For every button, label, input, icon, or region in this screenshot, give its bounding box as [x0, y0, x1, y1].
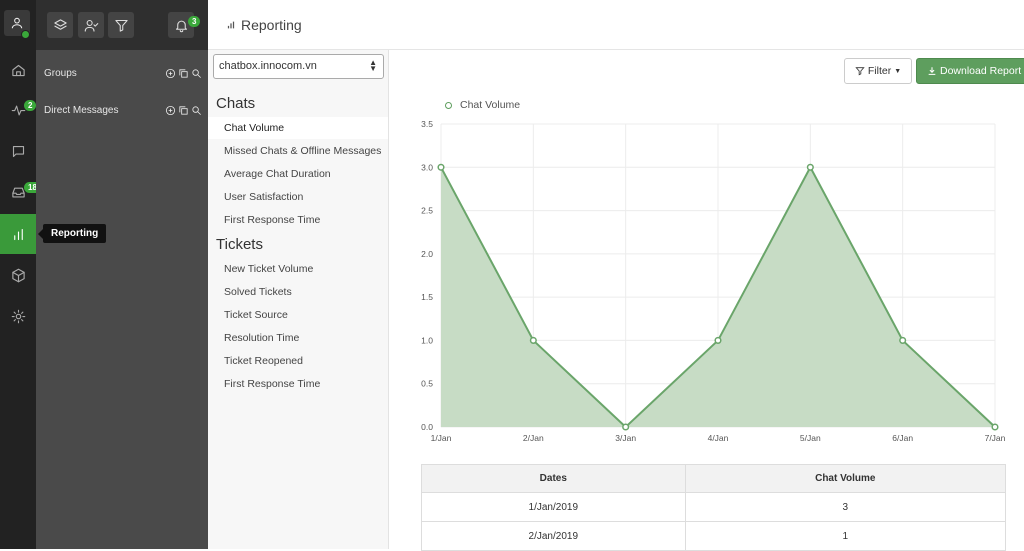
data-point — [714, 336, 722, 344]
table-cell-volume: 1 — [684, 521, 1007, 551]
legend-marker — [445, 101, 452, 109]
table-header-row: Dates Chat Volume — [421, 464, 1007, 493]
copy-icon[interactable] — [178, 105, 189, 116]
table-cell-date: 2/Jan/2019 — [421, 521, 686, 551]
y-tick-label: 1.5 — [421, 292, 433, 302]
add-icon[interactable] — [165, 105, 176, 116]
gear-icon — [11, 309, 25, 323]
page-header: Reporting — [208, 0, 1024, 50]
search-icon[interactable] — [191, 105, 202, 116]
home-icon — [11, 64, 25, 76]
menu-item-chat-volume[interactable]: Chat Volume — [208, 117, 388, 139]
x-tick-label: 1/Jan — [431, 433, 452, 443]
menu-item-ticket-source[interactable]: Ticket Source — [208, 304, 388, 326]
filter-button[interactable] — [108, 12, 134, 38]
bell-badge: 3 — [188, 16, 201, 27]
layers-icon — [53, 18, 67, 30]
y-tick-label: 3.0 — [421, 162, 433, 172]
table-row: 2/Jan/2019 1 — [421, 521, 1007, 551]
download-report-button[interactable]: Download Report — [916, 58, 1024, 84]
page-title-text: Reporting — [241, 17, 302, 33]
data-point — [437, 163, 445, 171]
groups-label: Groups — [44, 67, 77, 79]
download-label: Download Report — [940, 65, 1022, 77]
x-tick-label: 5/Jan — [800, 433, 821, 443]
home-nav[interactable] — [0, 50, 36, 90]
online-status-dot — [21, 30, 30, 39]
caret-down-icon: ▼ — [894, 67, 902, 75]
chat-icon — [12, 145, 24, 157]
report-menu: chatbox.innocom.vn ▲ ▼ Chats Chat Volume … — [208, 50, 389, 549]
x-tick-label: 3/Jan — [615, 433, 636, 443]
bell-icon — [175, 20, 187, 32]
menu-item-new-ticket-volume[interactable]: New Ticket Volume — [208, 258, 388, 280]
x-tick-label: 4/Jan — [708, 433, 729, 443]
site-select[interactable]: chatbox.innocom.vn ▲ ▼ — [213, 54, 384, 79]
layers-button[interactable] — [47, 12, 73, 38]
reporting-tooltip: Reporting — [37, 224, 107, 243]
filter-label: Filter — [867, 65, 892, 77]
menu-item-user-satisfaction[interactable]: User Satisfaction — [208, 186, 388, 208]
search-icon[interactable] — [191, 68, 202, 79]
menu-item-ticket-reopened[interactable]: Ticket Reopened — [208, 350, 388, 372]
menu-item-solved-tickets[interactable]: Solved Tickets — [208, 281, 388, 303]
copy-icon[interactable] — [178, 68, 189, 79]
user-icon — [11, 17, 23, 29]
add-icon[interactable] — [165, 68, 176, 79]
table-header-chat-volume: Chat Volume — [684, 464, 1007, 493]
table-cell-volume: 3 — [684, 492, 1007, 522]
chat-volume-chart: 0.0 0.5 1.0 1.5 2.0 2.5 3.0 3.5 1/Jan 2/Jan 3/Jan 4… — [421, 119, 1006, 443]
x-tick-label: 7/Jan — [985, 433, 1006, 443]
filter-icon — [114, 19, 128, 32]
download-icon — [928, 67, 936, 75]
table-cell-date: 1/Jan/2019 — [421, 492, 686, 522]
menu-item-ticket-first-response-time[interactable]: First Response Time — [208, 373, 388, 395]
direct-messages-label: Direct Messages — [44, 104, 119, 116]
data-point — [622, 423, 630, 431]
icon-rail: 2 182 — [0, 0, 46, 549]
x-tick-label: 2/Jan — [523, 433, 544, 443]
bar-chart-icon — [13, 228, 23, 240]
y-tick-label: 2.0 — [421, 249, 433, 259]
filter-icon — [855, 67, 865, 76]
report-table: Dates Chat Volume 1/Jan/2019 3 2/Jan/201… — [421, 464, 1007, 551]
select-caret-icon: ▲ ▼ — [369, 58, 377, 73]
y-tick-label: 0.0 — [421, 422, 433, 432]
menu-item-chat-first-response-time[interactable]: First Response Time — [208, 209, 388, 231]
chats-heading: Chats — [216, 95, 256, 112]
page-title: Reporting — [226, 17, 302, 33]
data-point — [899, 336, 907, 344]
cube-icon — [11, 268, 25, 282]
menu-item-average-chat-duration[interactable]: Average Chat Duration — [208, 163, 388, 185]
site-select-value: chatbox.innocom.vn — [219, 60, 317, 72]
apps-nav[interactable] — [0, 255, 36, 295]
reporting-nav[interactable] — [0, 214, 36, 254]
x-tick-label: 6/Jan — [892, 433, 913, 443]
y-tick-label: 0.5 — [421, 379, 433, 389]
conversation-panel: 3 Groups Direct Messages — [36, 0, 208, 549]
y-tick-label: 1.0 — [421, 335, 433, 345]
data-point — [529, 336, 537, 344]
menu-item-missed-chats[interactable]: Missed Chats & Offline Messages — [208, 140, 388, 162]
y-tick-label: 2.5 — [421, 206, 433, 216]
panel-toolbar: 3 — [36, 0, 208, 50]
assign-user-button[interactable] — [78, 12, 104, 38]
table-header-dates: Dates — [421, 464, 686, 493]
report-filter-button[interactable]: Filter ▼ — [844, 58, 912, 84]
data-point — [991, 423, 999, 431]
y-tick-label: 3.5 — [421, 119, 433, 129]
report-content: Filter ▼ Download Report Chat Volume 0.0… — [389, 50, 1024, 551]
tickets-heading: Tickets — [216, 236, 263, 253]
bar-chart-icon — [227, 21, 235, 29]
menu-item-resolution-time[interactable]: Resolution Time — [208, 327, 388, 349]
user-check-icon — [84, 19, 98, 32]
direct-messages-row[interactable]: Direct Messages — [44, 102, 202, 118]
data-point — [806, 163, 814, 171]
groups-row[interactable]: Groups — [44, 65, 202, 81]
settings-nav[interactable] — [0, 296, 36, 336]
table-row: 1/Jan/2019 3 — [421, 492, 1007, 522]
chat-nav[interactable] — [0, 131, 36, 171]
